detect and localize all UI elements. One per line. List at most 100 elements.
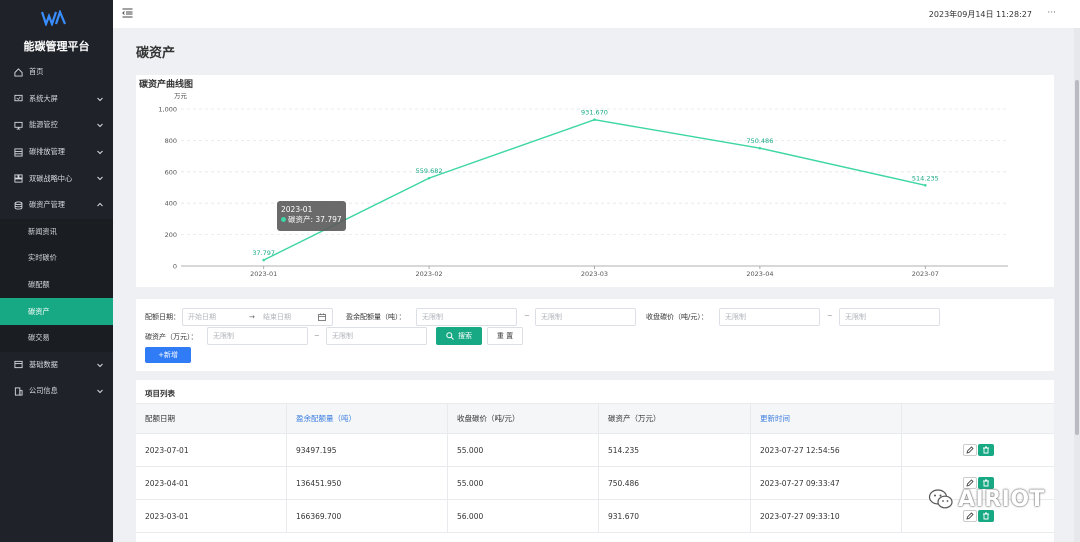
emission-icon: [14, 148, 23, 157]
table-title: 项目列表: [145, 389, 175, 398]
sidebar-item-label: 基础数据: [29, 359, 58, 369]
y-tick-label: 1,000: [158, 106, 177, 114]
filter-card: 配额日期： 开始日期 → 结束日期 盈余配额量（吨）： 无限制 ~ 无限制 收盘…: [136, 299, 1054, 371]
sidebar-item-carbon-asset-mgmt[interactable]: 碳资产管理: [0, 192, 113, 219]
sidebar-item-label: 首页: [29, 67, 44, 77]
data-point: [593, 118, 596, 122]
y-tick-label: 200: [165, 231, 177, 239]
watermark-text: AIRIOT: [958, 486, 1046, 512]
cell-quota: 93497.195: [287, 434, 448, 466]
col-header-asset: 碳资产（万元）: [599, 404, 751, 433]
data-point: [427, 176, 431, 180]
asset-max-input[interactable]: 无限制: [326, 327, 427, 345]
screen-icon: [14, 95, 23, 102]
sidebar-item-news[interactable]: 新闻资讯: [0, 218, 113, 246]
asset-label: 碳资产（万元）：: [145, 333, 198, 341]
cell-price: 56.000: [448, 500, 599, 532]
table-row: 2023-03-01 166369.700 56.000 931.670 202…: [136, 500, 1054, 533]
chevron-down-icon: [97, 150, 103, 154]
data-label: 931.670: [581, 109, 608, 117]
tooltip-label: 碳资产: 37.797: [288, 215, 342, 224]
sidebar-item-label: 双碳战略中心: [29, 173, 73, 183]
search-button[interactable]: 搜索: [436, 327, 482, 345]
cell-updated: 2023-07-27 09:33:47: [751, 467, 902, 499]
chevron-down-icon: [97, 389, 103, 394]
arrow-right-icon: →: [249, 313, 255, 321]
cell-asset: 931.670: [599, 500, 751, 532]
database-icon: [14, 201, 23, 210]
sidebar-menu: 首页 系统大屏 能源管控 碳排放管理 双碳战略中心 碳资产管理 新闻资讯 实时碳…: [0, 59, 113, 405]
date-start-placeholder: 开始日期: [188, 313, 216, 321]
asset-min-input[interactable]: 无限制: [207, 327, 308, 345]
cell-quota: 166369.700: [287, 500, 448, 532]
price-min-input[interactable]: 无限制: [719, 308, 820, 326]
sidebar-item-home[interactable]: 首页: [0, 59, 113, 86]
cell-quota: 136451.950: [287, 467, 448, 499]
data-icon: [14, 361, 23, 369]
col-header-ops: [902, 404, 1054, 433]
data-point: [924, 183, 927, 187]
sidebar-item-strategy[interactable]: 双碳战略中心: [0, 165, 113, 192]
menu-fold-icon[interactable]: [122, 8, 133, 18]
quota-max-input[interactable]: 无限制: [535, 308, 636, 326]
x-tick-label: 2023-02: [416, 270, 443, 278]
cell-date: 2023-07-01: [136, 434, 287, 466]
reset-button[interactable]: 重 置: [487, 327, 523, 345]
chevron-up-icon: [97, 202, 103, 207]
scrollbar[interactable]: [1074, 28, 1080, 542]
sidebar-item-label: 碳排放管理: [29, 147, 65, 157]
table-header: 配额日期 盈余配额量（吨） 收盘碳价（吨/元） 碳资产（万元） 更新时间: [136, 403, 1054, 434]
sidebar-item-base-data[interactable]: 基础数据: [0, 352, 113, 379]
strategy-icon: [14, 174, 23, 183]
data-label: 514.235: [912, 174, 939, 182]
y-tick-label: 0: [173, 263, 177, 271]
search-button-label: 搜索: [458, 332, 472, 340]
add-button[interactable]: +新增: [145, 347, 191, 363]
sidebar-item-emission[interactable]: 碳排放管理: [0, 139, 113, 166]
sidebar-item-label: 新闻资讯: [28, 226, 57, 236]
x-tick-label: 2023-04: [746, 270, 773, 278]
col-header-updated[interactable]: 更新时间: [751, 404, 902, 433]
sidebar-item-quota[interactable]: 碳配额: [0, 271, 113, 299]
sidebar-item-company[interactable]: 公司信息: [0, 378, 113, 405]
edit-button[interactable]: [963, 444, 977, 456]
delete-button[interactable]: [978, 444, 994, 456]
sidebar-item-label: 能源管控: [29, 120, 58, 130]
sidebar-item-trading[interactable]: 碳交易: [0, 324, 113, 352]
col-header-quota[interactable]: 盈余配额量（吨）: [287, 404, 448, 433]
data-label: 37.797: [252, 249, 275, 257]
chart-card: 碳资产曲线图 万元 0 200 400 600 800 1,000 2023-01 2023-0…: [136, 75, 1054, 287]
y-tick-label: 400: [165, 200, 177, 208]
more-icon[interactable]: ···: [1047, 8, 1056, 18]
sidebar-item-screen[interactable]: 系统大屏: [0, 86, 113, 113]
wechat-icon: [928, 489, 953, 509]
scrollbar-thumb[interactable]: [1075, 80, 1079, 435]
search-icon: [446, 332, 454, 340]
trash-icon: [983, 446, 989, 454]
current-datetime: 2023年09月14日 11:28:27: [928, 10, 1032, 19]
date-range-picker[interactable]: 开始日期 → 结束日期: [182, 308, 333, 326]
col-header-price: 收盘碳价（吨/元）: [448, 404, 599, 433]
cell-asset: 750.486: [599, 467, 751, 499]
quota-min-input[interactable]: 无限制: [416, 308, 517, 326]
sidebar-item-energy[interactable]: 能源管控: [0, 112, 113, 139]
x-tick-label: 2023-07: [912, 270, 939, 278]
y-axis-unit: 万元: [174, 92, 188, 100]
x-tick-label: 2023-03: [581, 270, 608, 278]
page-title: 碳资产: [136, 46, 176, 61]
col-header-date: 配额日期: [136, 404, 287, 433]
y-tick-label: 600: [165, 168, 177, 176]
sidebar-item-realtime-price[interactable]: 实时碳价: [0, 245, 113, 272]
home-icon: [14, 68, 23, 77]
data-point: [758, 146, 762, 150]
x-tick-label: 2023-01: [250, 270, 277, 278]
date-label: 配额日期：: [145, 313, 180, 321]
range-tilde: ~: [524, 312, 530, 320]
series-dot: [281, 217, 286, 222]
monitor-icon: [14, 121, 23, 130]
price-max-input[interactable]: 无限制: [839, 308, 940, 326]
brand-logo: [41, 10, 67, 26]
table-row: 2023-07-01 93497.195 55.000 514.235 2023…: [136, 434, 1054, 467]
sidebar-item-carbon-asset[interactable]: 碳资产: [0, 298, 113, 325]
data-label: 559.682: [416, 167, 443, 175]
